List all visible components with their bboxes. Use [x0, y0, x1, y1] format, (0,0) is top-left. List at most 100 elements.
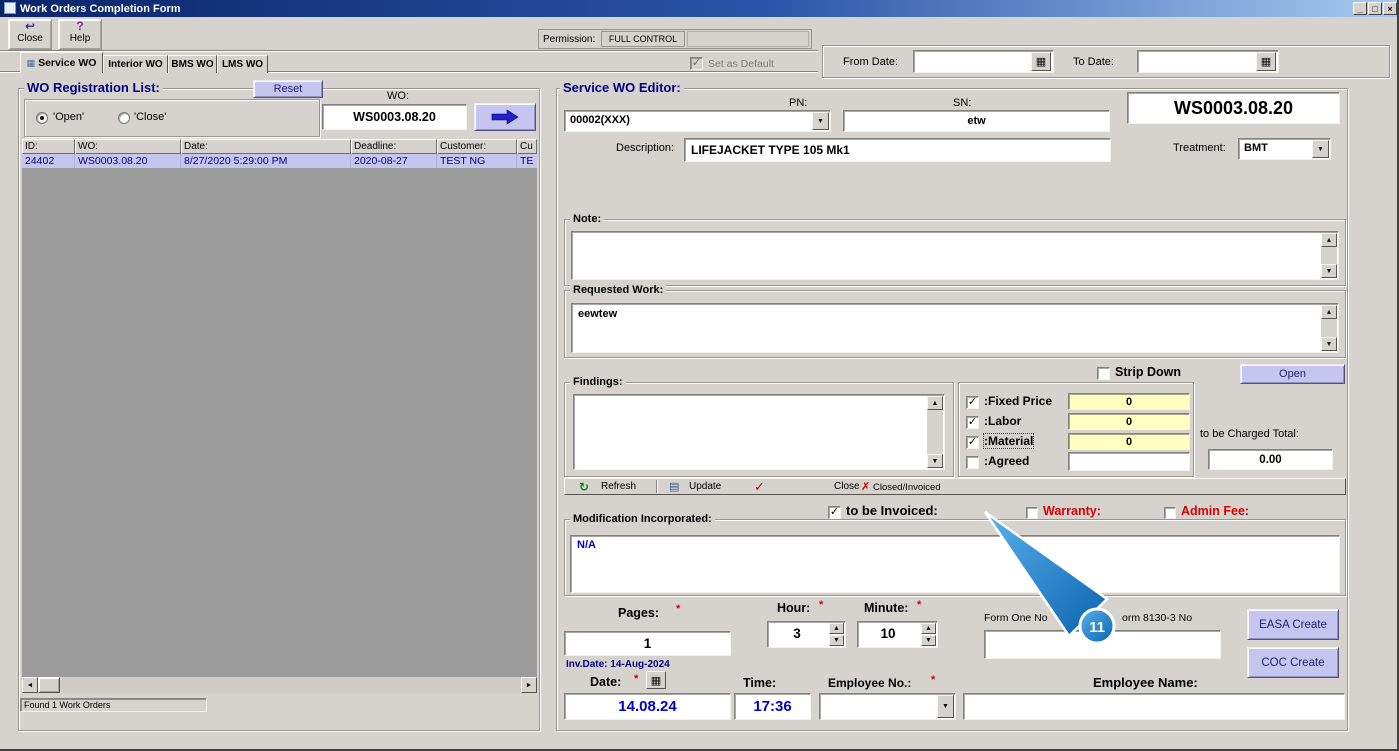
note-scroll-down[interactable]: ▼ — [1321, 264, 1337, 278]
agreed-checkbox[interactable] — [966, 456, 979, 469]
wo-search-input[interactable]: WS0003.08.20 — [322, 104, 467, 130]
form-no-field[interactable] — [984, 630, 1221, 659]
strip-down-checkbox[interactable] — [1097, 367, 1110, 380]
sn-field[interactable]: etw — [843, 110, 1110, 132]
to-date-calendar-button[interactable]: ▦ — [1256, 52, 1276, 71]
requested-scrollbar[interactable]: ▲ ▼ — [1321, 305, 1337, 351]
wo-grid-hscrollbar[interactable]: ◄ ► — [22, 677, 537, 693]
refresh-button[interactable]: Refresh — [601, 481, 636, 492]
to-be-invoiced-checkbox[interactable]: ✓ — [828, 506, 841, 519]
hour-spin-up[interactable]: ▲ — [829, 623, 844, 634]
requested-scroll-down[interactable]: ▼ — [1321, 337, 1337, 351]
employee-no-dropdown-button[interactable]: ▼ — [937, 695, 954, 718]
coc-create-button[interactable]: COC Create — [1247, 647, 1339, 678]
requested-work-label: Requested Work: — [570, 284, 667, 296]
pages-field[interactable]: 1 — [564, 631, 731, 656]
findings-scroll-up[interactable]: ▲ — [927, 396, 943, 410]
admin-fee-checkbox[interactable] — [1164, 507, 1176, 519]
cell-date: 8/27/2020 5:29:00 PM — [181, 154, 351, 168]
employee-name-label: Employee Name: — [1093, 675, 1198, 690]
go-arrow-button[interactable] — [474, 103, 536, 131]
set-as-default-label: Set as Default — [708, 58, 774, 70]
scroll-left-icon: ◄ — [26, 681, 34, 689]
tab-bms-wo[interactable]: BMS WO — [168, 55, 217, 73]
hour-spinner[interactable]: 3 ▲ ▼ — [767, 621, 846, 648]
employee-no-combo[interactable]: ▼ — [819, 693, 956, 720]
closed-invoiced-button[interactable]: Closed/Invoiced — [873, 482, 941, 493]
from-date-label: From Date: — [843, 56, 899, 68]
minute-spin-up[interactable]: ▲ — [921, 623, 936, 634]
hour-spin-down[interactable]: ▼ — [829, 635, 844, 646]
easa-create-button[interactable]: EASA Create — [1247, 609, 1339, 640]
col-date[interactable]: Date: — [181, 139, 351, 154]
date-calendar-button[interactable]: ▦ — [646, 671, 666, 689]
update-button[interactable]: Update — [689, 481, 721, 492]
minute-spinner[interactable]: 10 ▲ ▼ — [857, 621, 938, 648]
col-deadline[interactable]: Deadline: — [351, 139, 437, 154]
to-calendar-icon: ▦ — [1260, 56, 1272, 68]
time-field[interactable]: 17:36 — [734, 693, 811, 720]
maximize-button[interactable]: □ — [1368, 2, 1382, 15]
titlebar: Work Orders Completion Form — [0, 0, 1397, 17]
minimize-button[interactable]: _ — [1353, 2, 1367, 15]
requested-scroll-up[interactable]: ▲ — [1321, 305, 1337, 319]
labor-field[interactable]: 0 — [1068, 413, 1190, 430]
date-field[interactable]: 14.08.24 — [564, 693, 731, 720]
pn-combo[interactable]: 00002(XXX) ▼ — [564, 110, 831, 132]
wo-grid[interactable]: ID: WO: Date: Deadline: Customer: Cu 244… — [22, 139, 537, 677]
treatment-dropdown-button[interactable]: ▼ — [1312, 140, 1329, 158]
treatment-combo[interactable]: BMT ▼ — [1238, 138, 1331, 160]
minute-spin-down[interactable]: ▼ — [921, 635, 936, 646]
requested-work-textarea[interactable]: eewtew ▲ ▼ — [571, 303, 1339, 353]
open-radio[interactable] — [36, 112, 48, 124]
description-field[interactable]: LIFEJACKET TYPE 105 Mk1 — [684, 138, 1111, 162]
fixed-price-checkbox[interactable]: ✓ — [966, 396, 979, 409]
from-date-calendar-button[interactable]: ▦ — [1031, 52, 1051, 71]
col-wo[interactable]: WO: — [75, 139, 181, 154]
note-scroll-up[interactable]: ▲ — [1321, 233, 1337, 247]
pn-dropdown-button[interactable]: ▼ — [812, 112, 829, 130]
set-as-default-checkbox[interactable]: ✓ — [690, 57, 703, 70]
wo-grid-selected-row[interactable]: 24402 WS0003.08.20 8/27/2020 5:29:00 PM … — [22, 154, 537, 168]
tab-interior-wo[interactable]: Interior WO — [103, 55, 168, 73]
wo-number-display: WS0003.08.20 — [1127, 92, 1340, 124]
cell-customer: TEST NG — [437, 154, 517, 168]
material-checkbox[interactable]: ✓ — [966, 436, 979, 449]
labor-checkbox[interactable]: ✓ — [966, 416, 979, 429]
labor-check-icon: ✓ — [967, 416, 978, 428]
material-field[interactable]: 0 — [1068, 433, 1190, 450]
tab-lms-wo[interactable]: LMS WO — [217, 55, 268, 73]
hscroll-thumb[interactable] — [38, 677, 60, 693]
help-button[interactable]: ? Help — [58, 19, 102, 50]
reset-button[interactable]: Reset — [253, 80, 323, 98]
help-button-label: Help — [69, 33, 91, 44]
close-radio[interactable] — [118, 112, 130, 124]
tab-service-wo[interactable]: ▦ Service WO — [20, 52, 103, 73]
employee-name-field[interactable] — [963, 693, 1345, 720]
minute-spin-down-icon: ▼ — [925, 637, 932, 644]
scroll-left-button[interactable]: ◄ — [22, 677, 38, 693]
tab-interior-wo-label: Interior WO — [108, 59, 163, 70]
col-id[interactable]: ID: — [22, 139, 75, 154]
date-label: Date: — [590, 675, 622, 689]
agreed-field[interactable] — [1068, 452, 1190, 471]
col-cu[interactable]: Cu — [517, 139, 537, 154]
permission-panel: Permission: FULL CONTROL — [538, 29, 812, 49]
fixed-price-field[interactable]: 0 — [1068, 393, 1190, 410]
open-button[interactable]: Open — [1240, 364, 1345, 384]
close-wo-button[interactable]: Close — [834, 481, 860, 492]
findings-scrollbar[interactable]: ▲ ▼ — [927, 396, 943, 468]
modification-textarea[interactable]: N/A — [570, 535, 1340, 593]
findings-textarea[interactable]: ▲ ▼ — [573, 394, 945, 470]
findings-scroll-down[interactable]: ▼ — [927, 454, 943, 468]
minute-value: 10 — [880, 626, 896, 641]
close-button[interactable]: ↩ Close — [8, 19, 52, 50]
hour-spin-up-icon: ▲ — [833, 625, 840, 632]
employee-no-dropdown-icon: ▼ — [942, 703, 949, 710]
scroll-right-button[interactable]: ► — [521, 677, 537, 693]
note-scrollbar[interactable]: ▲ ▼ — [1321, 233, 1337, 278]
warranty-checkbox[interactable] — [1026, 507, 1038, 519]
note-textarea[interactable]: ▲ ▼ — [571, 231, 1339, 280]
col-customer[interactable]: Customer: — [437, 139, 517, 154]
close-window-button[interactable]: × — [1383, 2, 1397, 15]
